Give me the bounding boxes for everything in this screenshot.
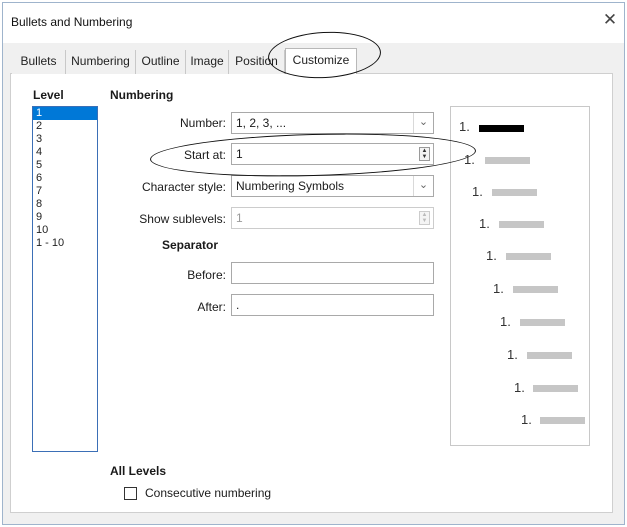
preview-line [485, 157, 530, 164]
character-style-label: Character style: [141, 180, 226, 194]
preview-line [506, 253, 551, 260]
preview-number: 1. [479, 216, 490, 231]
tab-outline[interactable]: Outline [136, 50, 186, 74]
spin-arrows-icon: ▲ ▼ [419, 211, 430, 225]
after-field[interactable]: . [231, 294, 434, 316]
level-item[interactable]: 3 [33, 133, 97, 146]
separator-header: Separator [162, 238, 219, 252]
before-label: Before: [187, 268, 226, 282]
level-list[interactable]: 1 2 3 4 5 6 7 8 9 10 1 - 10 [32, 106, 98, 452]
level-item[interactable]: 10 [33, 224, 97, 237]
start-at-field[interactable]: 1 ▲ ▼ [231, 143, 434, 165]
close-icon[interactable]: ✕ [602, 11, 618, 28]
preview-line [520, 319, 565, 326]
level-item[interactable]: 4 [33, 146, 97, 159]
start-at-value: 1 [236, 147, 243, 161]
preview-number: 1. [500, 314, 511, 329]
after-label: After: [197, 300, 226, 314]
level-item[interactable]: 9 [33, 211, 97, 224]
preview-line [513, 286, 558, 293]
character-style-value: Numbering Symbols [236, 179, 345, 193]
preview-number: 1. [507, 347, 518, 362]
preview-line [540, 417, 585, 424]
preview-number: 1. [521, 412, 532, 427]
tab-position[interactable]: Position [229, 50, 285, 74]
level-item[interactable]: 7 [33, 185, 97, 198]
start-at-label: Start at: [183, 148, 226, 162]
level-item[interactable]: 6 [33, 172, 97, 185]
spin-arrows-icon[interactable]: ▲ ▼ [419, 147, 430, 161]
preview-line [492, 189, 537, 196]
preview-number: 1. [472, 184, 483, 199]
level-item[interactable]: 1 [33, 107, 97, 120]
preview-number: 1. [464, 152, 475, 167]
consecutive-numbering-checkbox[interactable] [124, 487, 137, 500]
show-sublevels-value: 1 [236, 211, 243, 225]
numbering-preview: 1. 1. 1. 1. 1. 1. 1. 1. 1. 1. [450, 106, 590, 446]
consecutive-numbering-label[interactable]: Consecutive numbering [145, 486, 271, 500]
chevron-down-icon[interactable]: ⌄ [413, 176, 433, 196]
character-style-select[interactable]: Numbering Symbols ⌄ [231, 175, 434, 197]
show-sublevels-field: 1 ▲ ▼ [231, 207, 434, 229]
preview-line [479, 125, 524, 132]
number-value: 1, 2, 3, ... [236, 116, 287, 130]
tab-bullets[interactable]: Bullets [12, 50, 66, 74]
preview-number: 1. [459, 119, 470, 134]
number-select[interactable]: 1, 2, 3, ... ⌄ [231, 112, 434, 134]
tab-customize[interactable]: Customize [285, 48, 357, 74]
preview-number: 1. [493, 281, 504, 296]
level-item[interactable]: 1 - 10 [33, 237, 97, 250]
level-item[interactable]: 5 [33, 159, 97, 172]
preview-line [527, 352, 572, 359]
number-label: Number: [179, 116, 226, 130]
after-value: . [236, 298, 240, 312]
preview-number: 1. [486, 248, 497, 263]
level-item[interactable]: 8 [33, 198, 97, 211]
all-levels-header: All Levels [110, 464, 167, 478]
dialog-title: Bullets and Numbering [11, 15, 133, 29]
tab-numbering[interactable]: Numbering [66, 50, 136, 74]
level-header: Level [33, 88, 64, 102]
chevron-down-icon[interactable]: ⌄ [413, 113, 433, 133]
preview-line [499, 221, 544, 228]
preview-number: 1. [514, 380, 525, 395]
tab-image[interactable]: Image [186, 50, 229, 74]
level-item[interactable]: 2 [33, 120, 97, 133]
title-bar: Bullets and Numbering ✕ [3, 3, 624, 43]
numbering-header: Numbering [110, 88, 174, 102]
preview-line [533, 385, 578, 392]
show-sublevels-label: Show sublevels: [139, 212, 226, 226]
before-field[interactable] [231, 262, 434, 284]
